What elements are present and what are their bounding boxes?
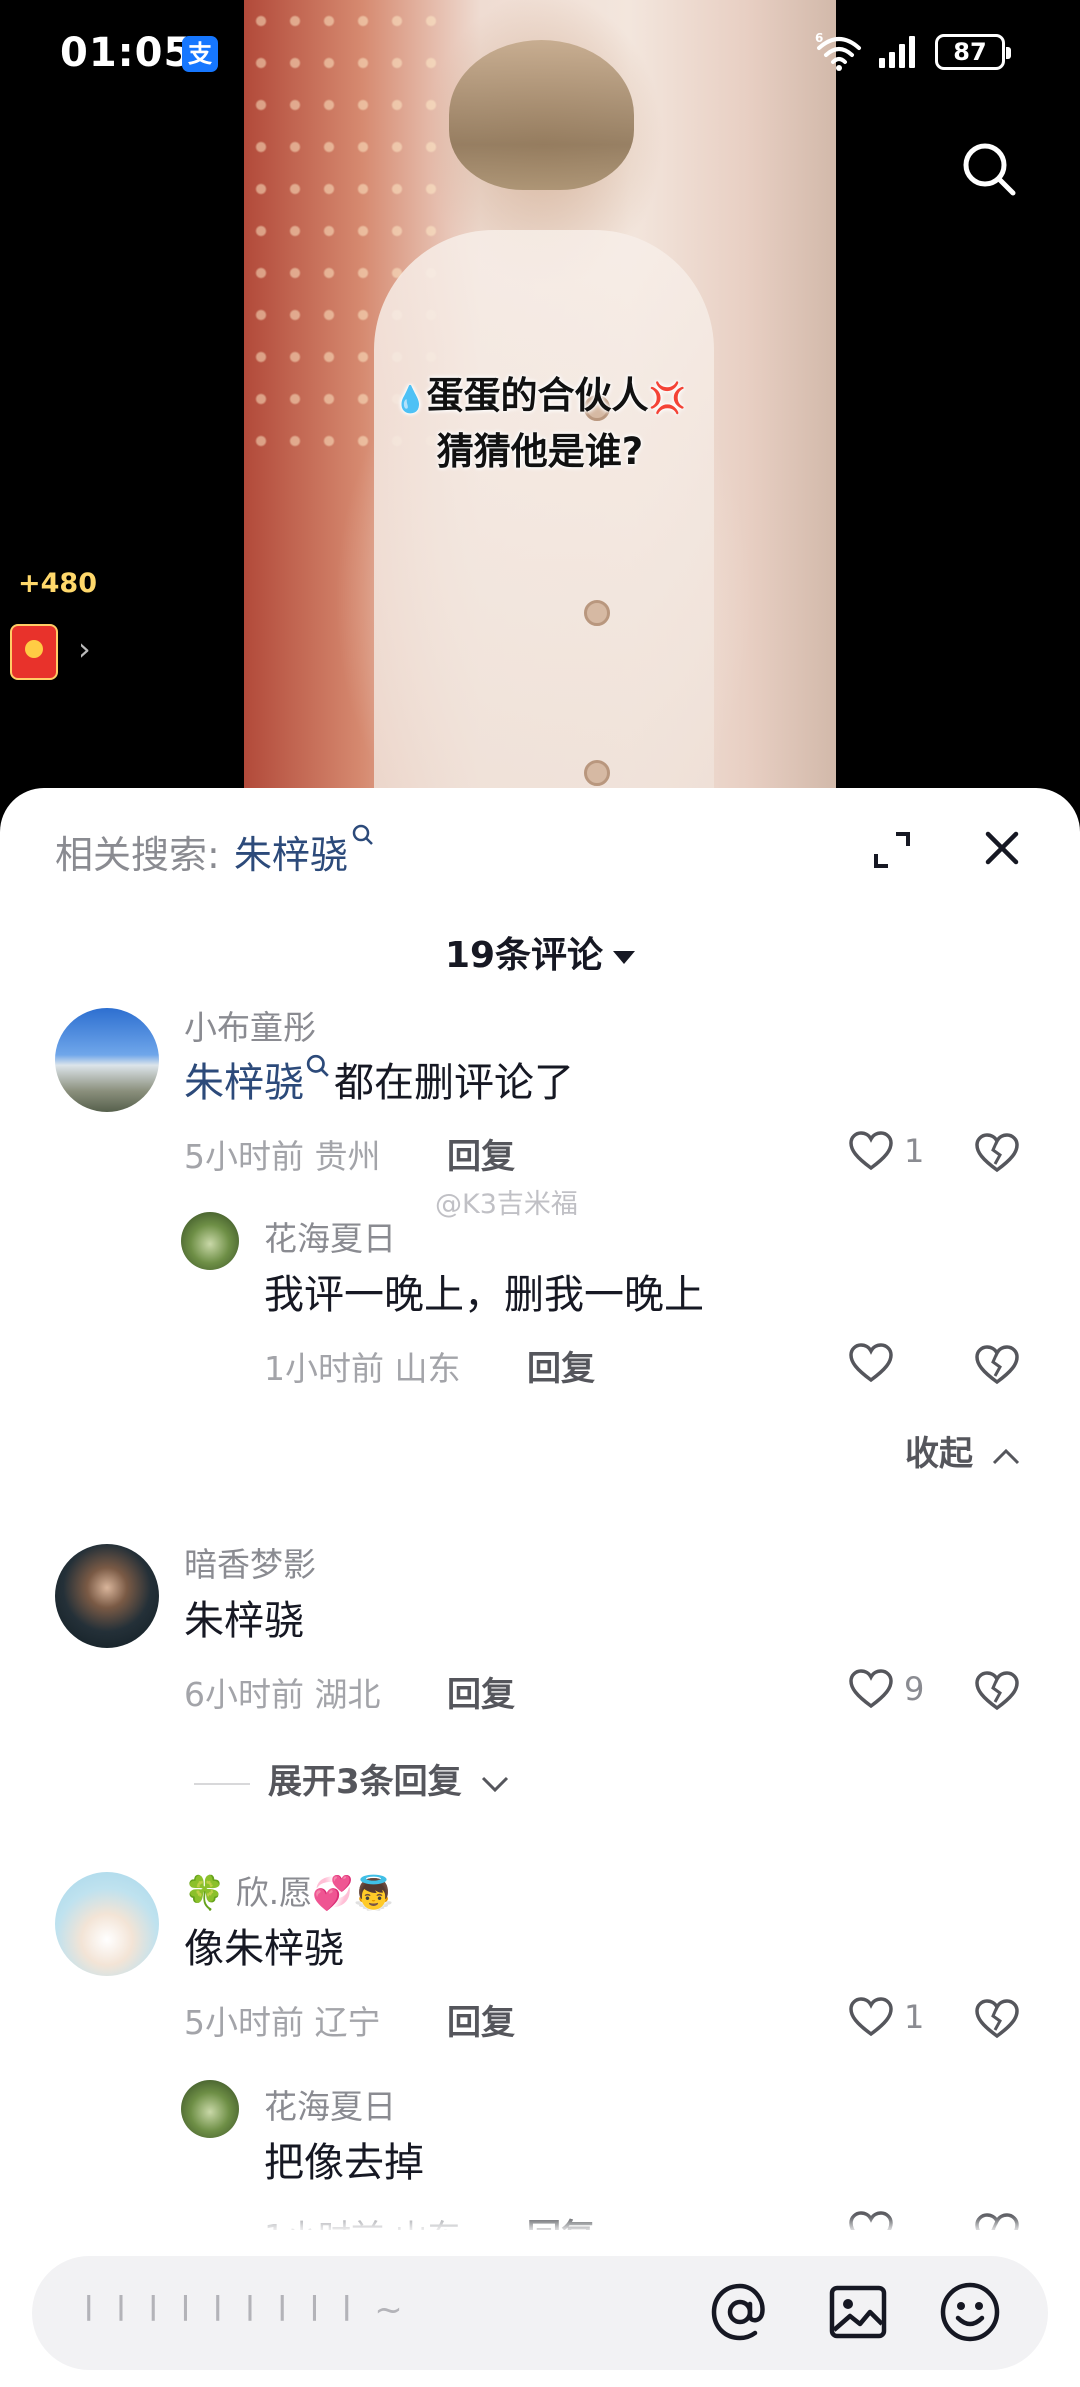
cellular-signal-icon [879, 36, 915, 68]
avatar[interactable] [55, 1544, 159, 1648]
comment-keyword-link[interactable]: 朱梓骁 [184, 1060, 304, 1106]
watermark: @K3吉米福 [435, 1189, 578, 1220]
related-search-keyword[interactable]: 朱梓骁 [234, 833, 348, 877]
heart-icon [849, 1343, 893, 1383]
avatar[interactable] [181, 2080, 239, 2138]
alipay-notification-icon: 支 [182, 36, 218, 72]
comment-sheet: 相关搜索: 朱梓骁 19条评论 小布童彤 朱梓骁 都在删评论了 5小时前 贵州 回复… [0, 788, 1080, 2387]
comment-meta: 5小时前 辽宁 [184, 2003, 381, 2042]
comment-username[interactable]: 花海夏日 [264, 2080, 396, 2128]
reply-button[interactable]: 回复 [527, 1341, 595, 1390]
comment-meta: 6小时前 湖北 [184, 1675, 381, 1714]
video-figure-mask [449, 40, 634, 190]
comment-count-selector[interactable]: 19条评论 [0, 926, 1080, 978]
search-icon[interactable] [960, 140, 1018, 198]
comment-username[interactable]: 暗香梦影 [184, 1538, 316, 1586]
chevron-up-icon [992, 1448, 1019, 1464]
heart-icon [849, 1669, 893, 1709]
chevron-right-icon[interactable]: › [78, 630, 91, 668]
comment-username[interactable]: 🍀 欣.愿💞👼 [184, 1866, 394, 1914]
avatar[interactable] [55, 1872, 159, 1976]
reply-button[interactable]: 回复 [447, 1995, 515, 2044]
broken-heart-icon[interactable] [974, 1670, 1020, 1712]
search-small-icon [352, 824, 373, 845]
reward-points: +480 [18, 568, 97, 599]
related-search-label: 相关搜索: [55, 833, 220, 877]
broken-heart-icon[interactable] [974, 1132, 1020, 1174]
reply-button[interactable]: 回复 [447, 1129, 515, 1178]
comment-text: 朱梓骁 都在删评论了 [184, 1050, 574, 1108]
comment-username[interactable]: 花海夏日 [264, 1212, 396, 1260]
broken-heart-icon[interactable] [974, 1344, 1020, 1386]
comment-username[interactable]: 小布童彤 [184, 1001, 316, 1049]
caret-down-icon [613, 950, 636, 964]
droplet-emoji-icon: 💧 [394, 385, 427, 415]
comment-input[interactable]: l l l l l l l l l ~ [32, 2256, 1048, 2370]
like-count: 9 [904, 1670, 925, 1708]
status-time: 01:05 [60, 30, 193, 76]
comment-text: 我评一晚上，删我一晚上 [264, 1272, 704, 1318]
anger-emoji-icon: 💢 [648, 381, 686, 416]
avatar[interactable] [55, 1008, 159, 1112]
status-icons: 6 87 [815, 30, 1011, 74]
svg-text:6: 6 [815, 32, 823, 45]
comment-input-placeholder: l l l l l l l l l ~ [84, 2290, 409, 2330]
video-caption: 💧蛋蛋的合伙人💢 猜猜他是谁? [394, 374, 686, 473]
broken-heart-icon[interactable] [974, 1998, 1020, 2040]
divider [194, 1782, 250, 1785]
emoji-icon[interactable] [938, 2280, 1002, 2344]
like-count: 1 [904, 1998, 925, 2036]
jacket-button [584, 760, 610, 786]
like-button[interactable]: 1 [848, 1996, 924, 2038]
avatar[interactable] [181, 1212, 239, 1270]
heart-icon [849, 1997, 893, 2037]
expand-replies-button[interactable]: 展开3条回复 [194, 1754, 510, 1803]
related-search: 相关搜索: 朱梓骁 [55, 824, 374, 879]
reply-button[interactable]: 回复 [447, 1667, 515, 1716]
comment-count: 19条评论 [444, 935, 604, 976]
image-icon[interactable] [826, 2280, 890, 2344]
like-button[interactable] [848, 1342, 894, 1384]
red-packet-icon[interactable] [10, 624, 58, 680]
comment-text: 朱梓骁 [184, 1598, 304, 1644]
mention-icon[interactable] [708, 2280, 772, 2344]
comment-text: 把像去掉 [264, 2140, 424, 2186]
close-icon[interactable] [980, 826, 1024, 870]
comment-meta: 1小时前 山东 [264, 1349, 461, 1388]
chevron-down-icon [481, 1776, 508, 1792]
battery-indicator: 87 [935, 34, 1011, 70]
like-button[interactable]: 1 [848, 1130, 924, 1172]
jacket-button [584, 600, 610, 626]
expand-icon[interactable] [872, 830, 912, 870]
search-small-icon [306, 1054, 329, 1077]
like-count: 1 [904, 1132, 925, 1170]
like-button[interactable]: 9 [848, 1668, 924, 1710]
comment-meta: 5小时前 贵州 [184, 1137, 381, 1176]
comment-text: 像朱梓骁 [184, 1926, 344, 1972]
video-figure-jacket [374, 230, 714, 800]
heart-icon [849, 1131, 893, 1171]
collapse-replies-button[interactable]: 收起 [905, 1426, 1021, 1475]
wifi-icon: 6 [815, 32, 861, 71]
